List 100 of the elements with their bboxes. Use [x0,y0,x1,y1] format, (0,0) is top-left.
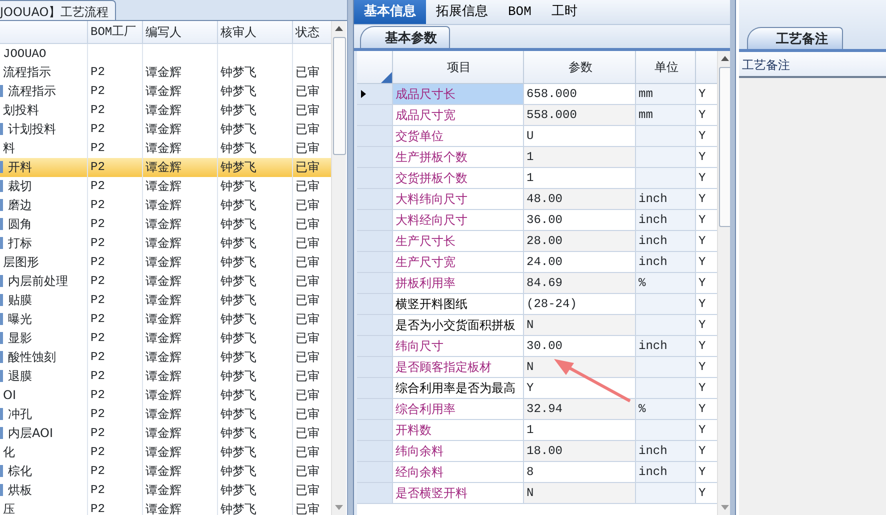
scroll-down-icon[interactable] [335,505,343,511]
table-cell: P2 [90,350,105,364]
table-cell: P2 [90,217,105,231]
parameter-name: 生产尺寸宽 [396,254,456,268]
parameter-row[interactable]: 是否顾客指定板材 N Y [357,356,717,377]
parameter-name: 是否顾客指定板材 [396,360,492,374]
table-cell: P2 [90,122,105,136]
parameter-row[interactable]: 成品尺寸长 658.000 mm Y [357,83,717,104]
node-label: 内层AOI [8,426,53,440]
tab[interactable]: 拓展信息 [426,0,498,24]
table-cell: 已审 [296,65,320,79]
table-cell: Y [698,486,706,500]
scroll-down-icon[interactable] [721,505,729,511]
parameter-value: Y [526,380,534,394]
parameter-name: 成品尺寸长 [396,86,456,100]
table-cell: Y [698,402,706,416]
notes-header: 工艺备注 [739,52,886,78]
node-label: 烘板 [8,483,32,497]
table-cell: Y [698,296,706,310]
parameter-row[interactable]: 交货单位 U Y [357,125,717,146]
column-header[interactable]: BOM工厂 [87,21,142,43]
parameter-row[interactable]: 交货拼板个数 1 Y [357,167,717,188]
table-cell: 已审 [296,84,320,98]
parameter-value: 24.00 [526,254,563,268]
tab[interactable]: BOM [498,0,542,24]
table-cell: 谭金辉 [146,179,182,193]
table-cell: P2 [90,84,105,98]
table-cell: P2 [90,331,105,345]
parameter-value: 36.00 [526,212,563,226]
parameter-row[interactable]: 纬向尺寸 30.00 inch Y [357,335,717,356]
unit-cell: inch [638,254,668,268]
column-header[interactable]: 状态 [292,21,331,43]
parameter-value: 84.69 [526,276,563,290]
node-label: 显影 [8,331,32,345]
parameter-row[interactable]: 是否为小交货面积拼板 N Y [357,314,717,335]
parameter-value: N [526,486,534,500]
table-cell: 已审 [296,483,320,497]
node-label: 划投料 [3,103,39,117]
parameter-row[interactable]: 综合利用率是否为最高 Y Y [357,377,717,398]
table-cell: 谭金辉 [146,312,182,326]
table-cell: 已审 [296,293,320,307]
parameter-row[interactable]: 大料纬向尺寸 48.00 inch Y [357,188,717,209]
parameter-row[interactable]: 横竖开料图纸 (28-24) Y [357,293,717,314]
column-header[interactable]: 核审人 [217,21,292,43]
unit-cell: inch [638,444,668,458]
row-pointer-icon [361,90,366,98]
node-label: JOOUAO [3,46,46,60]
parameter-row[interactable]: 生产拼板个数 1 Y [357,146,717,167]
table-cell: 已审 [296,369,320,383]
table-cell: P2 [90,502,105,515]
column-header[interactable]: 单位 [635,51,695,83]
table-cell: 钟梦飞 [220,236,256,250]
parameter-row[interactable]: 纬向余料 18.00 inch Y [357,440,717,461]
table-cell: 钟梦飞 [220,65,256,79]
parameter-value: 48.00 [526,192,563,206]
scroll-thumb[interactable] [332,37,346,155]
splitter[interactable] [348,0,354,515]
scroll-thumb[interactable] [718,67,730,227]
parameter-row[interactable]: 成品尺寸宽 558.000 mm Y [357,104,717,125]
column-header[interactable]: 参数 [523,51,635,83]
parameter-row[interactable]: 经向余料 8 inch Y [357,461,717,482]
table-cell: 已审 [296,255,320,269]
tab[interactable]: 基本信息 [354,0,426,24]
table-cell: 谭金辉 [146,426,182,440]
column-header[interactable]: 编写人 [142,21,217,43]
scroll-up-icon[interactable] [721,55,729,61]
table-cell: P2 [90,464,105,478]
unit-cell: mm [638,86,653,100]
unit-cell: mm [638,108,653,122]
tree-row[interactable]: 开料 P2 谭金辉 钟梦飞 已审 [0,158,331,176]
parameter-row[interactable]: 生产尺寸宽 24.00 inch Y [357,251,717,272]
parameter-name: 大料经向尺寸 [396,212,468,226]
parameter-name: 成品尺寸宽 [396,108,456,122]
tab[interactable]: 工时 [541,0,588,24]
table-cell: 已审 [296,445,320,459]
node-label: 内层前处理 [8,274,68,288]
table-cell: P2 [90,312,105,326]
parameter-row[interactable]: 综合利用率 32.94 % Y [357,398,717,419]
sub-tab[interactable]: 基本参数 [360,26,450,48]
parameter-row[interactable]: 生产尺寸长 28.00 inch Y [357,230,717,251]
node-label: 开料 [8,160,32,174]
unit-cell: % [638,276,646,290]
parameter-row[interactable]: 拼板利用率 84.69 % Y [357,272,717,293]
parameter-name: 开料数 [396,422,432,436]
table-cell: 钟梦飞 [220,293,256,307]
parameter-name: 交货拼板个数 [396,170,468,184]
column-header[interactable]: 项目 [392,51,523,83]
table-cell: P2 [90,236,105,250]
table-cell: P2 [90,445,105,459]
parameter-row[interactable]: 开料数 1 Y [357,419,717,440]
scroll-up-icon[interactable] [335,25,343,31]
node-label: 料 [3,141,15,155]
table-cell: 已审 [296,179,320,193]
parameter-row[interactable]: 是否横竖开料 N Y [357,482,717,503]
table-cell: 已审 [296,103,320,117]
table-cell: P2 [90,274,105,288]
notes-tab[interactable]: 工艺备注 [747,27,843,49]
table-cell: 谭金辉 [146,293,182,307]
parameter-row[interactable]: 大料经向尺寸 36.00 inch Y [357,209,717,230]
table-cell: 已审 [296,350,320,364]
